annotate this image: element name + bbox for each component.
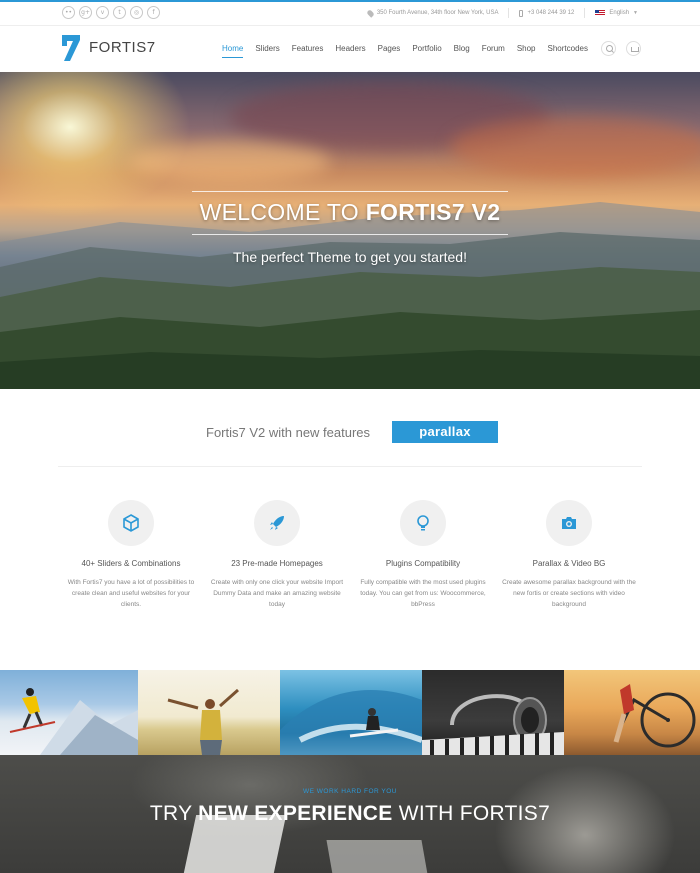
feature-item: 40+ Sliders & Combinations With Fortis7 …: [58, 500, 204, 610]
feature-item: Parallax & Video BG Create awesome paral…: [496, 500, 642, 610]
address-text: 350 Fourth Avenue, 34th floor New York, …: [376, 10, 499, 16]
nav-item-blog[interactable]: Blog: [454, 44, 470, 58]
feature-title: Plugins Compatibility: [385, 559, 461, 568]
woman-in-field-photo[interactable]: [138, 670, 280, 755]
feature-title: Parallax & Video BG: [532, 559, 606, 568]
feature-item: 23 Pre-made Homepages Create with only o…: [204, 500, 350, 610]
nav-item-shortcodes[interactable]: Shortcodes: [548, 44, 588, 58]
features-heading: Fortis7 V2 with new features parallax: [0, 421, 700, 445]
dribbble-icon[interactable]: ◎: [130, 6, 143, 19]
site-header: FORTIS7 Home Sliders Features Headers Pa…: [0, 26, 700, 72]
banner-heading: TRY NEW EXPERIENCE WITH FORTIS7: [0, 802, 700, 826]
image-gallery: [0, 670, 700, 755]
surfer-photo[interactable]: [280, 670, 422, 755]
headphones-photo[interactable]: [422, 670, 564, 755]
chevron-down-icon: ▼: [633, 10, 638, 16]
camera-icon: [546, 500, 592, 546]
top-bar: •• g+ v t ◎ f 350 Fourth Avenue, 34th fl…: [0, 2, 700, 26]
phone-text: +3 048 244 39 12: [527, 10, 575, 16]
contact-info: 350 Fourth Avenue, 34th floor New York, …: [366, 8, 638, 18]
nav-item-shop[interactable]: Shop: [517, 44, 536, 58]
hero-title-light: WELCOME TO: [199, 199, 359, 225]
feature-description: Create awesome parallax background with …: [502, 579, 636, 608]
banner-tagline: WE WORK HARD FOR YOU: [302, 788, 398, 795]
vimeo-icon[interactable]: v: [96, 6, 109, 19]
language-selector[interactable]: English ▼: [595, 10, 638, 16]
google-plus-icon[interactable]: g+: [79, 6, 92, 19]
lightbulb-icon: [400, 500, 446, 546]
feature-title: 40+ Sliders & Combinations: [81, 559, 181, 568]
language-label: English: [609, 10, 630, 16]
mountain-landscape: [0, 202, 700, 389]
nav-item-forum[interactable]: Forum: [482, 44, 505, 58]
divider: [508, 8, 510, 18]
map-pin-icon: [366, 8, 375, 18]
header-actions: [601, 41, 641, 56]
logo-icon[interactable]: [62, 35, 80, 61]
hero-title: WELCOME TO FORTIS7 V2: [0, 199, 700, 226]
facebook-icon[interactable]: f: [147, 6, 160, 19]
hero-title-bold: FORTIS7 V2: [365, 199, 501, 225]
rocket-icon: [254, 500, 300, 546]
nav-item-headers[interactable]: Headers: [335, 44, 365, 58]
feature-description: Create with only one click your website …: [210, 579, 344, 608]
nav-item-home[interactable]: Home: [222, 44, 244, 58]
flickr-icon[interactable]: ••: [62, 6, 75, 19]
hero-divider: [192, 191, 508, 192]
twitter-icon[interactable]: t: [113, 6, 126, 19]
uk-flag-icon: [595, 10, 606, 16]
main-nav: Home Sliders Features Headers Pages Port…: [222, 44, 600, 58]
feature-description: Fully compatible with the most used plug…: [360, 579, 486, 608]
social-links: •• g+ v t ◎ f: [62, 6, 160, 19]
features-heading-text: Fortis7 V2 with new features: [206, 425, 371, 440]
nav-item-features[interactable]: Features: [292, 44, 324, 58]
logo-text[interactable]: FORTIS7: [89, 39, 156, 56]
features-row: 40+ Sliders & Combinations With Fortis7 …: [58, 500, 642, 610]
feature-item: Plugins Compatibility Fully compatible w…: [350, 500, 496, 610]
banner-heading-bold: NEW EXPERIENCE: [198, 802, 393, 825]
banner-heading-post: WITH FORTIS7: [398, 802, 551, 825]
cube-icon: [108, 500, 154, 546]
feature-title: 23 Pre-made Homepages: [231, 559, 323, 568]
search-icon[interactable]: [601, 41, 616, 56]
skier-photo[interactable]: [0, 670, 138, 755]
section-divider: [58, 466, 642, 467]
tablet-photo: [326, 840, 429, 873]
parallax-banner: WE WORK HARD FOR YOU TRY NEW EXPERIENCE …: [0, 755, 700, 873]
nav-item-sliders[interactable]: Sliders: [255, 44, 279, 58]
rotating-word-badge: parallax: [392, 421, 498, 443]
bicycle-photo[interactable]: [564, 670, 700, 755]
hero-divider: [192, 234, 508, 235]
divider: [584, 8, 586, 18]
nav-item-portfolio[interactable]: Portfolio: [412, 44, 441, 58]
banner-heading-pre: TRY: [149, 802, 193, 825]
nav-item-pages[interactable]: Pages: [378, 44, 401, 58]
feature-description: With Fortis7 you have a lot of possibili…: [67, 579, 195, 608]
phone-icon: [519, 9, 524, 17]
hero-subtitle: The perfect Theme to get you started!: [233, 249, 467, 265]
cart-icon[interactable]: [626, 41, 641, 56]
hero-slider: WELCOME TO FORTIS7 V2 The perfect Theme …: [0, 72, 700, 389]
